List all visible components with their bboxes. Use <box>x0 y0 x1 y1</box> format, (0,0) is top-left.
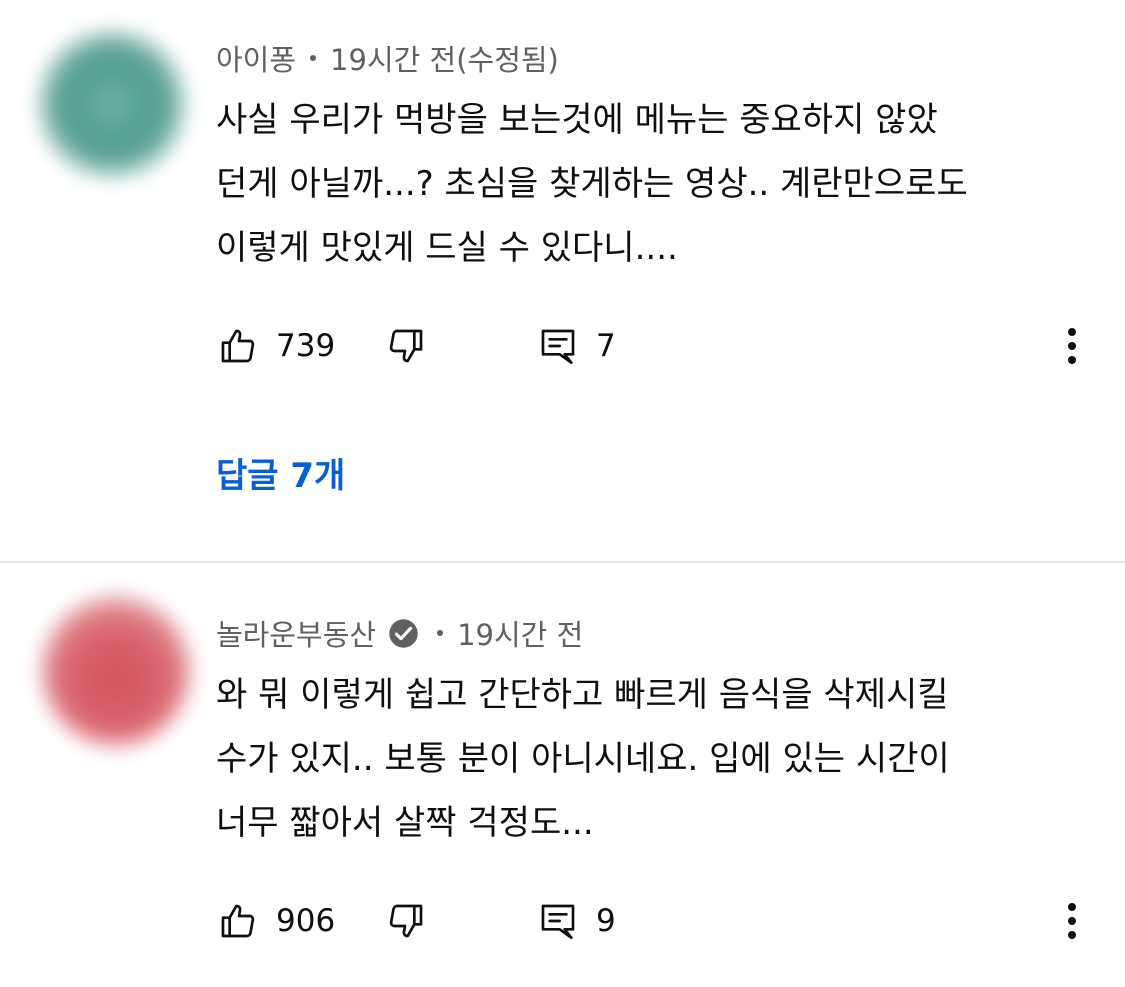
reply-button[interactable]: 9 <box>538 893 616 949</box>
comment-line: 던게 아닐까...? 초심을 찾게하는 영상.. 계란만으로도 <box>216 164 968 204</box>
comment-line: 와 뭐 이렇게 쉽고 간단하고 빠르게 음식을 삭제시킬 <box>216 675 949 715</box>
comment-text: 와 뭐 이렇게 쉽고 간단하고 빠르게 음식을 삭제시킬 수가 있지.. 보통 … <box>216 663 1096 855</box>
thumbs-up-icon <box>221 904 255 938</box>
dislike-button[interactable] <box>386 893 426 949</box>
more-options-button[interactable] <box>1057 318 1087 374</box>
dislike-button[interactable] <box>386 318 426 374</box>
avatar[interactable] <box>42 597 190 745</box>
like-button[interactable]: 739 <box>218 318 335 374</box>
thumbs-down-icon <box>389 329 423 363</box>
comment-actions: 739 7 <box>0 318 1125 374</box>
comment-line: 너무 짧아서 살짝 걱정도... <box>216 803 594 843</box>
thumbs-down-icon <box>389 904 423 938</box>
separator-dot <box>310 55 317 61</box>
avatar[interactable] <box>40 32 184 176</box>
reply-button[interactable]: 7 <box>538 318 616 374</box>
comment-thread: 아이퐁 19시간 전(수정됨) 사실 우리가 먹방을 보는것에 메뉴는 중요하지… <box>0 0 1125 560</box>
author-name[interactable]: 아이퐁 <box>216 37 296 79</box>
comment-thread: 놀라운부동산 19시간 전 와 뭐 이렇게 쉽고 간단하고 빠르게 음식을 삭제… <box>0 563 1125 987</box>
comment-icon <box>541 904 575 939</box>
like-count: 739 <box>276 328 336 364</box>
comment-meta: 놀라운부동산 19시간 전 <box>216 613 583 653</box>
thumbs-up-icon <box>221 329 255 363</box>
comment-meta: 아이퐁 19시간 전(수정됨) <box>216 38 559 78</box>
separator-dot <box>437 630 444 636</box>
comment-line: 이렇게 맛있게 드실 수 있다니.... <box>216 228 678 268</box>
reply-count: 9 <box>596 903 616 939</box>
more-vert-icon <box>1068 328 1076 364</box>
verified-check-icon <box>389 618 418 648</box>
comment-line: 수가 있지.. 보통 분이 아니시네요. 입에 있는 시간이 <box>216 739 950 779</box>
comment-timestamp: 19시간 전 <box>457 618 584 652</box>
like-count: 906 <box>276 903 336 939</box>
reply-count: 7 <box>596 328 616 364</box>
author-name[interactable]: 놀라운부동산 <box>216 612 376 654</box>
more-vert-icon <box>1068 903 1076 939</box>
like-button[interactable]: 906 <box>218 893 335 949</box>
view-replies-link[interactable]: 답글 7개 <box>216 448 345 497</box>
comment-timestamp: 19시간 전(수정됨) <box>330 43 559 77</box>
more-options-button[interactable] <box>1057 893 1087 949</box>
comment-line: 사실 우리가 먹방을 보는것에 메뉴는 중요하지 않았 <box>216 100 938 140</box>
comment-icon <box>541 329 575 364</box>
comment-text: 사실 우리가 먹방을 보는것에 메뉴는 중요하지 않았 던게 아닐까...? 초… <box>216 88 1096 280</box>
comment-actions: 906 9 <box>0 893 1125 949</box>
